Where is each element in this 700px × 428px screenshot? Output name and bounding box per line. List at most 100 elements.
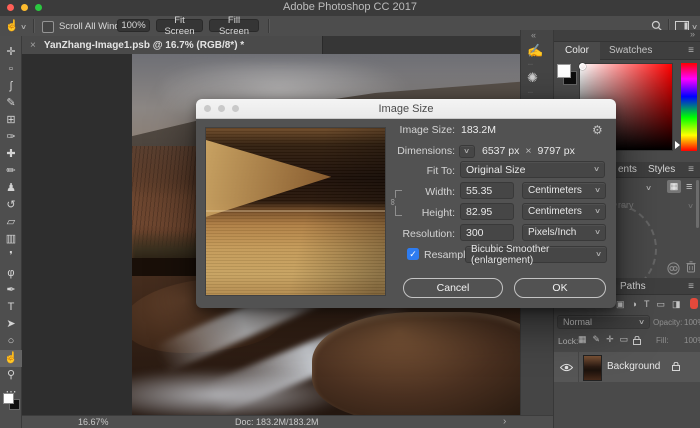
zoom-100-button[interactable]: 100% (117, 19, 150, 32)
list-view-button[interactable]: ≡ (686, 180, 692, 195)
document-tab[interactable]: × YanZhang-Image1.psb @ 16.7% (RGB/8*) * (22, 36, 323, 54)
type-tool[interactable]: T (0, 299, 22, 316)
marquee-tool[interactable]: ▫ (0, 61, 22, 78)
panel-menu-icon[interactable]: ≡ (688, 278, 694, 295)
dialog-gear-icon[interactable]: ⚙ (592, 123, 603, 137)
lock-artboard-icon[interactable]: ▭ (620, 334, 629, 345)
resample-dropdown[interactable]: Bicubic Smoother (enlargement) ∨ (465, 246, 607, 263)
link-style-icon[interactable] (667, 262, 680, 275)
hue-strip[interactable] (681, 63, 697, 151)
collapse-dock-icon[interactable]: « (531, 30, 536, 40)
eraser-tool[interactable]: ▱ (0, 214, 22, 231)
tab-color[interactable]: Color (554, 42, 600, 60)
panel-menu-icon[interactable]: ≡ (688, 162, 694, 178)
resolution-unit-value: Pixels/Inch (528, 227, 576, 238)
width-unit-dropdown[interactable]: Centimeters ∨ (522, 182, 606, 199)
status-chevron-icon[interactable]: › (503, 416, 506, 427)
layer-name[interactable]: Background (607, 361, 660, 372)
hand-tool-icon[interactable]: ☝ (5, 19, 19, 32)
resolution-input[interactable]: 300 (460, 224, 514, 241)
lock-move-icon[interactable]: ✛ (606, 334, 614, 345)
panel-drag-handle[interactable]: ┈ (528, 88, 533, 97)
tab-close-icon[interactable]: × (30, 40, 36, 51)
resolution-label: Resolution: (381, 226, 455, 243)
tool-preset-chevron-icon[interactable]: ∨ (20, 24, 27, 31)
history-panel-icon[interactable]: ✍ (527, 43, 543, 59)
filter-shape-layers-icon[interactable]: ▭ (656, 299, 665, 310)
hand-tool[interactable]: ☝ (0, 350, 22, 367)
zoom-tool[interactable]: ⚲ (0, 367, 22, 384)
fit-screen-button[interactable]: Fit Screen (156, 19, 203, 32)
filter-smart-objects-icon[interactable]: ◨ (672, 299, 681, 310)
lock-transparency-icon[interactable]: ▦ (578, 334, 587, 345)
resolution-unit-dropdown[interactable]: Pixels/Inch ∨ (522, 224, 606, 241)
filter-type-layers-icon[interactable]: T (644, 299, 650, 310)
fill-value[interactable]: 100% (684, 336, 700, 345)
quick-selection-tool[interactable]: ✎ (0, 95, 22, 112)
library-chevron-icon[interactable]: ∨ (687, 203, 694, 210)
dialog-titlebar: Image Size (196, 99, 616, 119)
opacity-value[interactable]: 100% (684, 318, 700, 327)
tab-title: YanZhang-Image1.psb @ 16.7% (RGB/8*) * (44, 40, 244, 51)
saturation-picker-marker[interactable] (579, 63, 586, 70)
panel-foreground-swatch[interactable] (557, 64, 571, 78)
image-size-dialog: Image Size Image Size: 183.2M ⚙ Dimensio… (196, 99, 616, 308)
panel-menu-icon[interactable]: ≡ (688, 42, 694, 60)
eyedropper-tool[interactable]: ✑ (0, 129, 22, 146)
gradient-tool[interactable]: ▥ (0, 231, 22, 248)
resample-value: Bicubic Smoother (enlargement) (471, 244, 596, 266)
tab-styles[interactable]: Styles (648, 162, 675, 178)
zoom-level[interactable]: 16.67% (78, 417, 109, 427)
grid-view-button[interactable]: ▦ (667, 180, 681, 193)
cancel-button[interactable]: Cancel (403, 278, 503, 298)
width-input[interactable]: 55.35 (460, 182, 514, 199)
dialog-preview-image[interactable] (205, 127, 386, 296)
healing-brush-tool[interactable]: ✚ (0, 146, 22, 163)
layer-row-background[interactable]: Background (554, 352, 700, 382)
fit-to-dropdown[interactable]: Original Size ∨ (460, 161, 605, 178)
dodge-tool[interactable]: φ (0, 265, 22, 282)
height-input[interactable]: 82.95 (460, 203, 514, 220)
preview-grass-bank (206, 140, 331, 217)
filter-toggle[interactable] (690, 298, 698, 309)
lasso-tool[interactable]: ʃ (0, 78, 22, 95)
filter-pixel-layers-icon[interactable]: ▣ (616, 299, 625, 310)
blend-mode-dropdown[interactable]: Normal ∨ (557, 315, 650, 329)
path-selection-tool[interactable]: ➤ (0, 316, 22, 333)
tab-swatches[interactable]: Swatches (609, 42, 652, 60)
dropdown-chevron-icon[interactable]: ∨ (645, 185, 652, 192)
dock-header: » (554, 30, 700, 42)
chevron-down-icon: ∨ (593, 166, 600, 173)
fill-screen-button[interactable]: Fill Screen (209, 19, 259, 32)
layer-thumbnail[interactable] (583, 355, 602, 381)
lock-all-icon[interactable] (633, 336, 641, 345)
collapse-dock-icon[interactable]: » (690, 29, 695, 39)
resample-checkbox[interactable]: ✓ (407, 248, 419, 260)
tab-paths[interactable]: Paths (620, 278, 646, 295)
panel-drag-handle[interactable]: ┈ (528, 60, 533, 69)
lock-paint-icon[interactable]: ✎ (593, 334, 601, 345)
move-tool[interactable]: ✛ (0, 44, 22, 61)
delete-style-icon[interactable] (686, 261, 696, 273)
scroll-all-windows-checkbox[interactable] (42, 21, 54, 33)
tab-partially-hidden[interactable]: ents (618, 162, 637, 178)
foreground-color-swatch[interactable] (3, 393, 14, 404)
pen-tool[interactable]: ✒ (0, 282, 22, 299)
height-unit-dropdown[interactable]: Centimeters ∨ (522, 203, 606, 220)
history-brush-tool[interactable]: ↺ (0, 197, 22, 214)
chevron-down-icon: ∨ (638, 319, 645, 326)
adjustments-panel-icon[interactable]: ✺ (527, 70, 538, 86)
hue-marker-icon[interactable] (675, 141, 680, 149)
crop-tool[interactable]: ⊞ (0, 112, 22, 129)
dimensions-value: 6537 px × 9797 px (482, 143, 575, 160)
layer-visibility-eye-icon[interactable] (560, 363, 573, 372)
ok-button[interactable]: OK (514, 278, 606, 298)
ellipse-tool[interactable]: ○ (0, 333, 22, 350)
panel-scrollbar[interactable] (696, 180, 699, 228)
clone-stamp-tool[interactable]: ♟ (0, 180, 22, 197)
height-unit-value: Centimeters (528, 206, 582, 217)
blur-tool[interactable]: ❜ (0, 248, 22, 265)
dimensions-unit-dropdown[interactable]: ∨ (459, 145, 475, 158)
filter-adjustment-layers-icon[interactable]: ◑ (632, 299, 637, 310)
brush-tool[interactable]: ✏ (0, 163, 22, 180)
